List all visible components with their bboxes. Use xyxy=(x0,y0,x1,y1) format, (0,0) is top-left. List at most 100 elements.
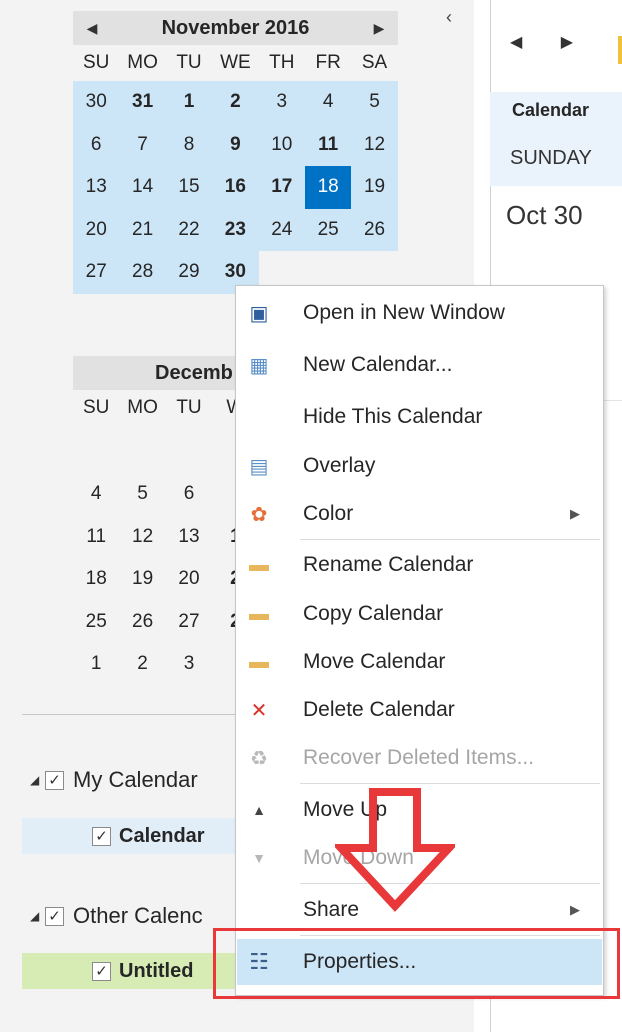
next-day-icon[interactable]: ▶ xyxy=(561,34,573,51)
rename-folder-icon: ▬ xyxy=(249,553,269,576)
date-cell[interactable]: 11 xyxy=(73,516,119,559)
recover-icon: ♻ xyxy=(250,747,268,770)
menu-item-open-in-new-window[interactable]: ▣ Open in New Window xyxy=(237,290,602,336)
weekday-header-row: SU MO TU WE TH FR SA xyxy=(73,45,398,81)
calendar-checkbox[interactable]: ✓ xyxy=(92,961,111,981)
date-cell[interactable]: 1 xyxy=(165,81,213,124)
menu-item-new-calendar[interactable]: ▦ New Calendar... xyxy=(237,342,602,388)
menu-item-copy-calendar[interactable]: ▬ Copy Calendar xyxy=(237,591,602,637)
date-cell[interactable]: 22 xyxy=(165,208,213,251)
date-cell[interactable]: 26 xyxy=(351,208,398,251)
date-cell[interactable]: 5 xyxy=(119,473,165,516)
menu-item-label: New Calendar... xyxy=(303,353,453,376)
date-cell[interactable]: 15 xyxy=(165,166,213,209)
date-cell[interactable]: 5 xyxy=(351,81,398,124)
date-cell[interactable]: 28 xyxy=(119,251,166,294)
group-checkbox[interactable]: ✓ xyxy=(45,906,64,926)
today-date-cell[interactable]: 18 xyxy=(304,166,352,209)
date-cell[interactable]: 27 xyxy=(73,251,120,294)
date-cell[interactable]: 6 xyxy=(73,123,120,166)
menu-item-label: Open in New Window xyxy=(303,301,505,324)
date-cell[interactable]: 27 xyxy=(166,601,212,644)
weekday-label: FR xyxy=(315,52,341,73)
date-cell[interactable]: 23 xyxy=(212,208,259,251)
calendar-checkbox[interactable]: ✓ xyxy=(92,826,111,846)
date-cell[interactable]: 3 xyxy=(166,643,212,686)
color-wheel-icon: ✿ xyxy=(250,503,268,526)
date-cell[interactable]: 4 xyxy=(73,473,119,516)
group-my-calendars[interactable]: ◢ ✓ My Calendar xyxy=(30,764,198,796)
date-cell[interactable]: 21 xyxy=(119,208,166,251)
date-cell[interactable]: 31 xyxy=(119,81,166,124)
date-cell[interactable]: 6 xyxy=(166,473,212,516)
menu-item-hide-this-calendar[interactable]: Hide This Calendar xyxy=(237,394,602,440)
submenu-arrow-icon: ▶ xyxy=(570,506,580,521)
date-cell[interactable]: 12 xyxy=(351,123,398,166)
date-cell[interactable]: 25 xyxy=(304,208,352,251)
date-cell[interactable]: 30 xyxy=(73,81,120,124)
week-row: 13 14 15 16 17 18 19 xyxy=(73,166,398,209)
date-cell[interactable]: 13 xyxy=(166,516,212,559)
delete-folder-icon: ✕ xyxy=(250,699,268,722)
down-arrow-annotation xyxy=(335,788,455,912)
weekday-label: TH xyxy=(269,52,295,73)
calendar-column-title: Calendar xyxy=(512,100,590,120)
date-cell[interactable]: 13 xyxy=(73,166,120,209)
move-up-icon: ▲ xyxy=(252,802,266,818)
move-down-icon: ▼ xyxy=(252,850,266,866)
group-other-calendars[interactable]: ◢ ✓ Other Calenc xyxy=(30,900,203,932)
date-cell[interactable]: 26 xyxy=(119,601,165,644)
date-cell[interactable]: 9 xyxy=(212,123,259,166)
expand-triangle-icon[interactable]: ◢ xyxy=(30,773,42,787)
date-cell[interactable]: 18 xyxy=(73,558,119,601)
date-cell[interactable]: 12 xyxy=(119,516,165,559)
expand-triangle-icon[interactable]: ◢ xyxy=(30,909,42,923)
previous-month-icon[interactable]: ◀ xyxy=(77,11,107,45)
highlight-box xyxy=(213,928,620,999)
date-cell[interactable]: 1 xyxy=(73,643,119,686)
date-cell[interactable]: 2 xyxy=(119,643,165,686)
date-navigation: ◀ ▶ xyxy=(510,32,607,52)
next-month-icon[interactable]: ▶ xyxy=(364,11,394,45)
weekday-label: MO xyxy=(127,397,158,418)
menu-item-label: Delete Calendar xyxy=(303,698,455,721)
date-cell[interactable]: 19 xyxy=(119,558,165,601)
group-label: My Calendar xyxy=(73,767,198,792)
date-cell[interactable]: 17 xyxy=(258,166,305,209)
date-cell[interactable]: 19 xyxy=(351,166,398,209)
date-cell[interactable]: 3 xyxy=(258,81,305,124)
new-window-icon: ▣ xyxy=(249,302,269,325)
date-cell[interactable]: 7 xyxy=(119,123,166,166)
menu-item-color[interactable]: ✿ Color ▶ xyxy=(237,491,602,537)
date-cell[interactable]: 29 xyxy=(165,251,213,294)
menu-item-move-calendar[interactable]: ▬ Move Calendar xyxy=(237,639,602,685)
date-cell[interactable]: 4 xyxy=(304,81,352,124)
previous-day-icon[interactable]: ◀ xyxy=(510,34,522,51)
group-label: Other Calenc xyxy=(73,903,203,928)
menu-item-delete-calendar[interactable]: ✕ Delete Calendar xyxy=(237,687,602,733)
date-cell[interactable]: 25 xyxy=(73,601,119,644)
weekday-label: MO xyxy=(127,52,158,73)
date-cell[interactable]: 14 xyxy=(119,166,166,209)
date-cell[interactable]: 16 xyxy=(212,166,259,209)
accent-tab xyxy=(618,36,622,64)
group-checkbox[interactable]: ✓ xyxy=(45,770,64,790)
week-row: 6 7 8 9 10 11 12 xyxy=(73,123,398,166)
date-cell[interactable]: 24 xyxy=(258,208,305,251)
date-cell[interactable]: 10 xyxy=(258,123,305,166)
date-cell[interactable]: 2 xyxy=(212,81,259,124)
menu-item-recover-deleted-items: ♻ Recover Deleted Items... xyxy=(237,735,602,781)
menu-item-label: Recover Deleted Items... xyxy=(303,746,535,769)
week-row: 30 31 1 2 3 4 5 xyxy=(73,81,398,124)
date-cell[interactable]: 20 xyxy=(73,208,120,251)
date-cell[interactable]: 8 xyxy=(165,123,213,166)
copy-folder-icon: ▬ xyxy=(249,602,269,625)
menu-item-overlay[interactable]: ▤ Overlay xyxy=(237,443,602,489)
menu-item-label: Hide This Calendar xyxy=(303,405,483,428)
date-cell[interactable]: 11 xyxy=(304,123,352,166)
menu-item-label: Color xyxy=(303,502,354,525)
collapse-pane-icon[interactable]: ‹ xyxy=(441,8,457,26)
date-cell[interactable]: 20 xyxy=(166,558,212,601)
new-calendar-icon: ▦ xyxy=(249,354,269,377)
menu-item-rename-calendar[interactable]: ▬ Rename Calendar xyxy=(237,542,602,588)
